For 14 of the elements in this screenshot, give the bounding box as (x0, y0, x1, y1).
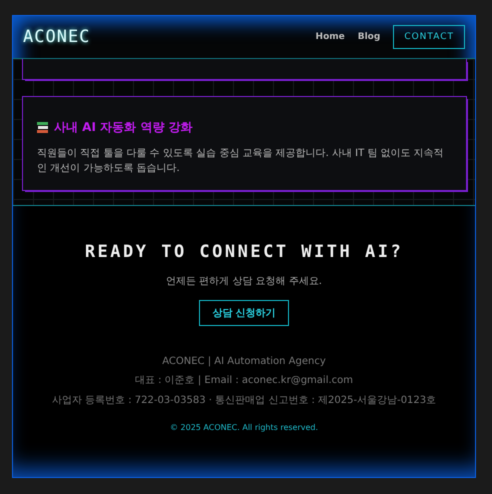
cta-subtitle: 언제든 편하게 상담 요청해 주세요. (166, 275, 322, 288)
footer-text: 사업자 등록번호 : 722-03-03583 · 통신판매업 신고번호 : 제2025-서울강남-0123호 (52, 394, 436, 407)
copyright: © 2025 ACONEC. All rights reserved. (170, 423, 318, 432)
contact-button[interactable]: CONTACT (393, 25, 465, 49)
nav-link[interactable]: Blog (358, 32, 380, 42)
cta-heading: READY TO CONNECT WITH AI? (84, 242, 404, 262)
footer-text: ACONEC | AI Automation Agency (162, 356, 326, 367)
card-description: 직원들이 직접 툴을 다룰 수 있도록 실습 중심 교육을 제공합니다. 사내 IT 팀 없이도 지속적인 개선이 가능하도록 돕습니다. (37, 147, 445, 176)
nav-link[interactable]: Home (316, 32, 345, 42)
logo[interactable]: ACONEC (23, 27, 90, 47)
books-icon (37, 122, 48, 133)
consult-button[interactable]: 상담 신청하기 (199, 300, 289, 326)
footer-text: 대표 : 이준호 | Email : aconec.kr@gmail.com (134, 374, 354, 387)
card-title: 사내 AI 자동화 역량 강화 (54, 119, 192, 136)
